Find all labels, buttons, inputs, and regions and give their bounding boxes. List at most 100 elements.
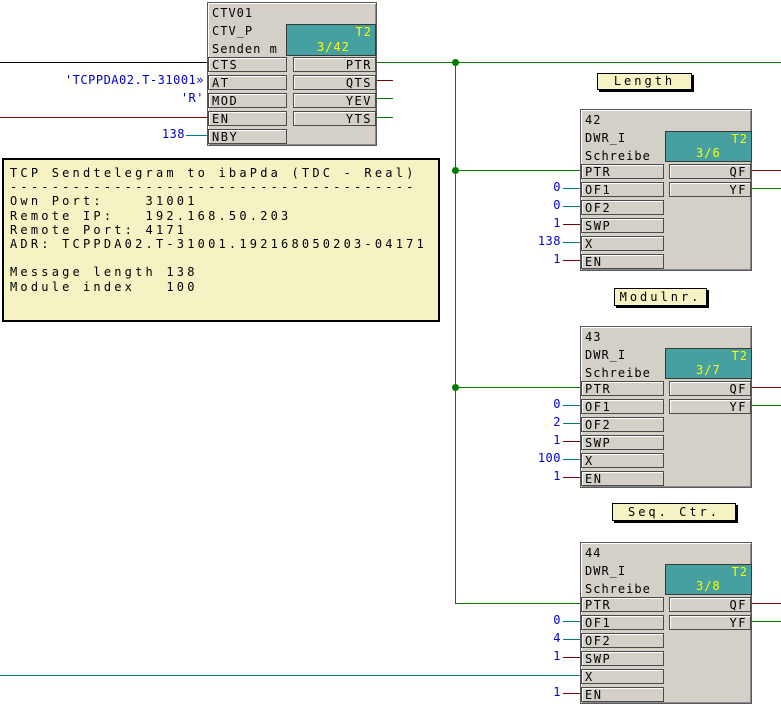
pin-yts-out[interactable]: YTS bbox=[293, 111, 376, 126]
block-number: 42 bbox=[585, 112, 601, 129]
block-number: 44 bbox=[585, 545, 601, 562]
comment-line: Message length 138 bbox=[10, 265, 432, 279]
wire-of1-stub-43 bbox=[563, 405, 580, 406]
cfc-chart-canvas: CTV01 CTV_P Senden m T2 3/42 CTS AT MOD … bbox=[0, 0, 781, 704]
wire-of1-stub-42 bbox=[563, 188, 580, 189]
pin-x[interactable]: X bbox=[581, 236, 664, 251]
block-comment: Schreibe bbox=[585, 365, 651, 382]
comment-box[interactable]: TCP Sendtelegram to ibaPda (TDC - Real) … bbox=[2, 158, 440, 322]
wire-qf-out-44 bbox=[752, 603, 781, 604]
wire-en-input bbox=[0, 117, 207, 118]
pin-qts-out[interactable]: QTS bbox=[293, 75, 376, 90]
wire-cts-input bbox=[0, 62, 207, 63]
wire-swp-stub-42 bbox=[563, 224, 580, 225]
pin-swp[interactable]: SWP bbox=[581, 651, 664, 666]
value-nby[interactable]: 138 bbox=[141, 127, 185, 142]
pin-en[interactable]: EN bbox=[581, 254, 664, 269]
pin-of2[interactable]: OF2 bbox=[581, 417, 664, 432]
badge-corner-label: T2 bbox=[732, 133, 748, 146]
wire-x-input-44 bbox=[0, 675, 580, 676]
label-modulnr[interactable]: Modulnr. bbox=[614, 288, 707, 306]
comment-line bbox=[10, 251, 432, 265]
wire-ptr-branch-44 bbox=[455, 603, 580, 604]
block-42[interactable]: 42 DWR_I Schreibe T2 3/6 PTR OF1 OF2 SWP… bbox=[580, 109, 752, 271]
block-44[interactable]: 44 DWR_I Schreibe T2 3/8 PTR OF1 OF2 SWP… bbox=[580, 542, 752, 704]
wire-swp-stub-43 bbox=[563, 441, 580, 442]
pin-en[interactable]: EN bbox=[208, 111, 287, 126]
pin-cts[interactable]: CTS bbox=[208, 57, 287, 72]
pin-label: OF1 bbox=[585, 616, 611, 630]
pin-yf-out[interactable]: YF bbox=[669, 615, 751, 630]
value-en-44[interactable]: 1 bbox=[516, 685, 561, 700]
badge-task-label: 3/8 bbox=[696, 580, 721, 593]
pin-ptr-out[interactable]: PTR bbox=[293, 57, 376, 72]
badge-task-label: 3/42 bbox=[317, 41, 350, 54]
pin-of1[interactable]: OF1 bbox=[581, 615, 664, 630]
wire-swp-stub-44 bbox=[563, 657, 580, 658]
label-seqctr[interactable]: Seq. Ctr. bbox=[612, 503, 736, 521]
badge-task-label: 3/6 bbox=[696, 147, 721, 160]
wire-x-stub-42 bbox=[563, 242, 580, 243]
badge-corner-label: T2 bbox=[732, 350, 748, 363]
value-en-43[interactable]: 1 bbox=[516, 469, 561, 484]
task-badge: T2 3/6 bbox=[665, 131, 752, 162]
block-number: 43 bbox=[585, 329, 601, 346]
pin-label: OF2 bbox=[585, 418, 611, 432]
pin-swp[interactable]: SWP bbox=[581, 218, 664, 233]
badge-task-label: 3/7 bbox=[696, 364, 721, 377]
pin-ptr[interactable]: PTR bbox=[581, 381, 664, 396]
pin-en[interactable]: EN bbox=[581, 687, 664, 702]
value-of2-43[interactable]: 2 bbox=[516, 415, 561, 430]
value-swp-43[interactable]: 1 bbox=[516, 433, 561, 448]
block-ctv01[interactable]: CTV01 CTV_P Senden m T2 3/42 CTS AT MOD … bbox=[207, 2, 377, 146]
value-of2-42[interactable]: 0 bbox=[516, 198, 561, 213]
value-of1-43[interactable]: 0 bbox=[516, 397, 561, 412]
pin-qf-out[interactable]: QF bbox=[669, 164, 751, 179]
pin-ptr[interactable]: PTR bbox=[581, 597, 664, 612]
pin-label: SWP bbox=[585, 436, 611, 450]
value-of1-44[interactable]: 0 bbox=[516, 613, 561, 628]
pin-x[interactable]: X bbox=[581, 453, 664, 468]
pin-label: YF bbox=[730, 616, 747, 630]
block-comment: Senden m bbox=[212, 41, 278, 58]
label-length[interactable]: Length bbox=[597, 73, 692, 90]
value-mod[interactable]: 'R' bbox=[30, 91, 204, 106]
pin-of2[interactable]: OF2 bbox=[581, 633, 664, 648]
wire-of2-stub-44 bbox=[563, 639, 580, 640]
pin-label: YEV bbox=[346, 94, 372, 108]
pin-nby[interactable]: NBY bbox=[208, 129, 287, 144]
pin-yf-out[interactable]: YF bbox=[669, 399, 751, 414]
value-x-42[interactable]: 138 bbox=[516, 234, 561, 249]
comment-line: Remote IP: 192.168.50.203 bbox=[10, 209, 432, 223]
pin-qf-out[interactable]: QF bbox=[669, 597, 751, 612]
value-x-43[interactable]: 100 bbox=[516, 451, 561, 466]
value-of2-44[interactable]: 4 bbox=[516, 631, 561, 646]
pin-of1[interactable]: OF1 bbox=[581, 399, 664, 414]
pin-yev-out[interactable]: YEV bbox=[293, 93, 376, 108]
pin-yf-out[interactable]: YF bbox=[669, 182, 751, 197]
pin-at[interactable]: AT bbox=[208, 75, 287, 90]
pin-swp[interactable]: SWP bbox=[581, 435, 664, 450]
wire-en-stub-43 bbox=[563, 477, 580, 478]
pin-qf-out[interactable]: QF bbox=[669, 381, 751, 396]
pin-label: SWP bbox=[585, 219, 611, 233]
comment-line: --------------------------------------- bbox=[10, 180, 432, 194]
value-swp-44[interactable]: 1 bbox=[516, 649, 561, 664]
value-en-42[interactable]: 1 bbox=[516, 252, 561, 267]
pin-of2[interactable]: OF2 bbox=[581, 200, 664, 215]
pin-label: PTR bbox=[585, 165, 611, 179]
pin-label: PTR bbox=[585, 382, 611, 396]
pin-label: OF2 bbox=[585, 201, 611, 215]
pin-of1[interactable]: OF1 bbox=[581, 182, 664, 197]
value-at[interactable]: 'TCPPDA02.T-31001» bbox=[30, 73, 204, 88]
pin-en[interactable]: EN bbox=[581, 471, 664, 486]
pin-mod[interactable]: MOD bbox=[208, 93, 287, 108]
pin-x[interactable]: X bbox=[581, 669, 664, 684]
value-swp-42[interactable]: 1 bbox=[516, 216, 561, 231]
pin-ptr[interactable]: PTR bbox=[581, 164, 664, 179]
value-of1-42[interactable]: 0 bbox=[516, 180, 561, 195]
block-43[interactable]: 43 DWR_I Schreibe T2 3/7 PTR OF1 OF2 SWP… bbox=[580, 326, 752, 488]
pin-label: MOD bbox=[212, 94, 238, 108]
pin-label: QF bbox=[730, 165, 747, 179]
junction-dot bbox=[452, 384, 459, 391]
